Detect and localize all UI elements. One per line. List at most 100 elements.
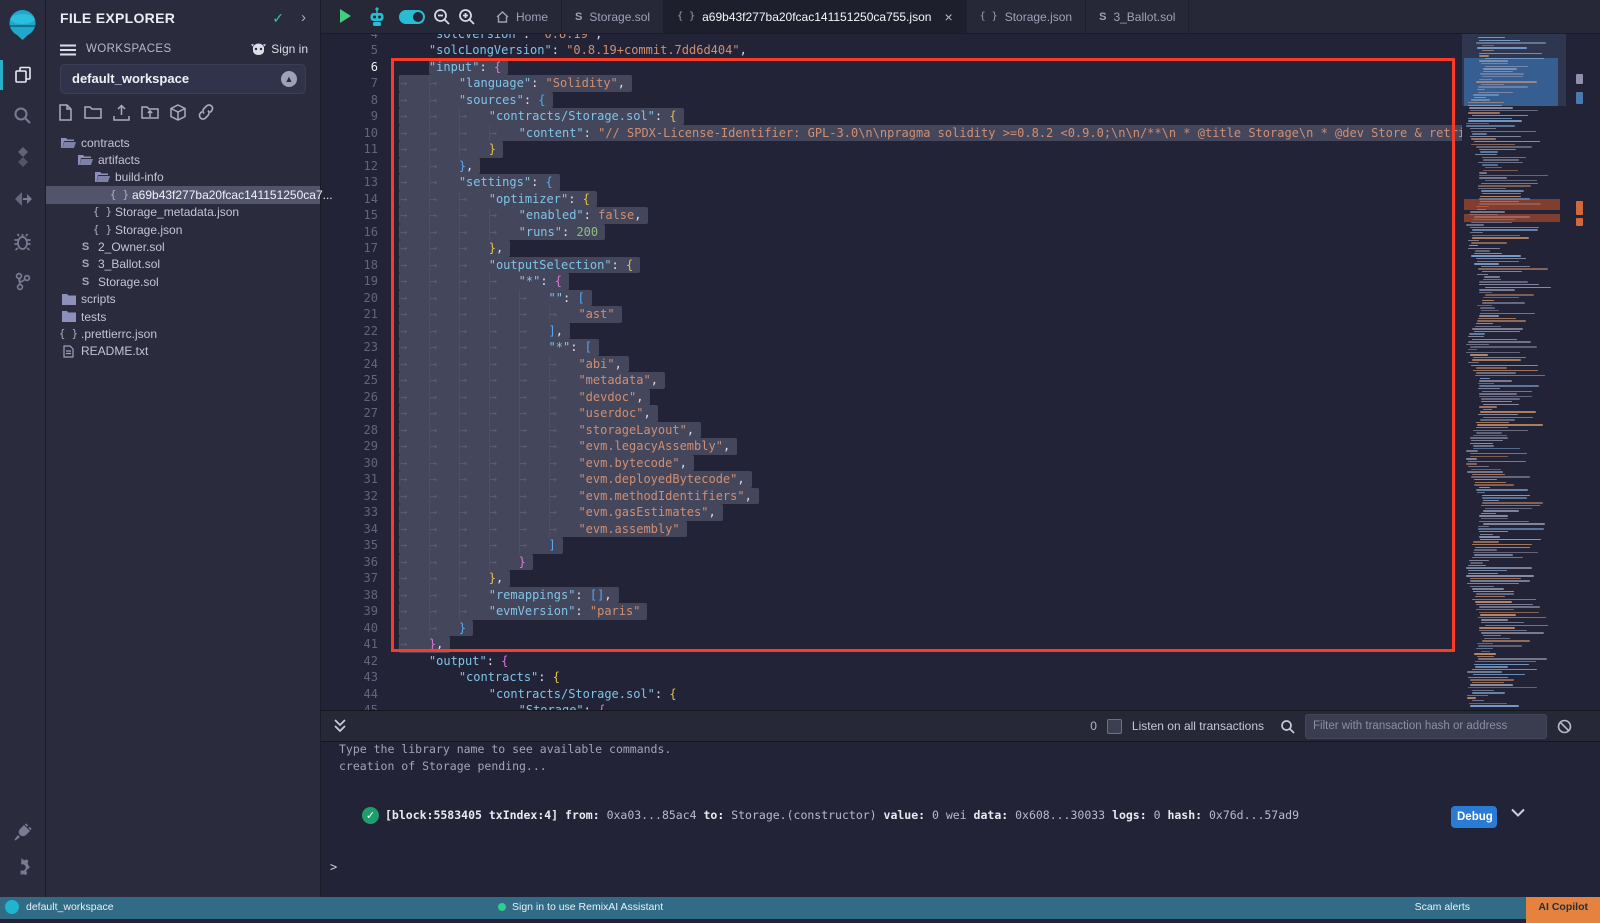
debug-button[interactable]: Debug bbox=[1451, 806, 1497, 828]
close-tab-icon[interactable]: × bbox=[944, 10, 952, 24]
tab-storage-json[interactable]: { }Storage.json bbox=[967, 0, 1086, 33]
tree-item-storage-json[interactable]: { }Storage.json bbox=[46, 221, 320, 238]
tree-item-label: .prettierrc.json bbox=[81, 327, 157, 341]
tab-home[interactable]: Home bbox=[483, 0, 562, 33]
tab-label: Storage.sol bbox=[589, 10, 650, 24]
code-editor[interactable]: 4"solcVersion": "0.8.19",5"solcLongVersi… bbox=[320, 34, 1600, 710]
code-line-30: 30→→→→→→"evm.bytecode", bbox=[320, 455, 1600, 472]
json-icon: { } bbox=[111, 189, 128, 201]
remix-logo-icon[interactable] bbox=[4, 6, 41, 43]
listen-all-checkbox[interactable] bbox=[1107, 719, 1122, 734]
copilot-toggle[interactable] bbox=[399, 10, 425, 24]
file-icon bbox=[60, 345, 77, 358]
zoom-out-icon[interactable] bbox=[433, 8, 451, 26]
transaction-log-row[interactable]: ✓ [block:5583405 txIndex:4] from: 0xa03.… bbox=[362, 805, 1299, 825]
minimap[interactable] bbox=[1462, 34, 1566, 710]
ai-copilot-badge[interactable]: AI Copilot bbox=[1526, 897, 1600, 923]
transaction-filter-input[interactable] bbox=[1305, 714, 1547, 739]
check-icon[interactable]: ✓ bbox=[272, 10, 284, 27]
code-line-13: 13→→"settings": { bbox=[320, 174, 1600, 191]
code-line-15: 15→→→→"enabled": false, bbox=[320, 207, 1600, 224]
tree-item-contracts[interactable]: contracts bbox=[46, 134, 320, 151]
status-message[interactable]: Sign in to use RemixAI Assistant bbox=[498, 901, 663, 913]
file-explorer-panel: FILE EXPLORER ✓ › WORKSPACES Sign in def… bbox=[46, 0, 321, 908]
tree-item--prettierrc-json[interactable]: { }.prettierrc.json bbox=[46, 325, 320, 342]
tree-item-3-ballot-sol[interactable]: S3_Ballot.sol bbox=[46, 256, 320, 273]
run-script-button[interactable] bbox=[340, 9, 351, 23]
overview-ruler[interactable] bbox=[1566, 34, 1600, 710]
sol-icon: S bbox=[1099, 11, 1106, 23]
status-right-text[interactable]: Scam alerts bbox=[1415, 901, 1470, 913]
terminal-message: Type the library name to see available c… bbox=[339, 742, 671, 756]
solidity-compiler-icon[interactable] bbox=[0, 140, 45, 174]
tree-item-scripts[interactable]: scripts bbox=[46, 291, 320, 308]
sol-icon: S bbox=[575, 11, 582, 23]
search-icon[interactable] bbox=[0, 98, 45, 132]
code-line-22: 22→→→→→], bbox=[320, 323, 1600, 340]
tree-item-storage-sol[interactable]: S Storage.sol bbox=[46, 273, 320, 290]
tree-item-a69b43f277ba20fcac141151250ca7-[interactable]: { }a69b43f277ba20fcac141151250ca7... bbox=[46, 186, 320, 203]
tree-item-storage-metadata-json[interactable]: { }Storage_metadata.json bbox=[46, 204, 320, 221]
code-line-21: 21→→→→→→"ast" bbox=[320, 306, 1600, 323]
tree-item-build-info[interactable]: build-info bbox=[46, 169, 320, 186]
ipfs-cube-icon[interactable] bbox=[170, 104, 186, 121]
tree-item-label: README.txt bbox=[81, 344, 148, 358]
git-icon[interactable] bbox=[0, 264, 45, 298]
tree-item-tests[interactable]: tests bbox=[46, 308, 320, 325]
tab-label: Home bbox=[516, 10, 548, 24]
terminal-search-icon[interactable] bbox=[1280, 719, 1295, 734]
tab-label: Storage.json bbox=[1005, 10, 1072, 24]
sol-icon: S bbox=[77, 258, 94, 270]
hamburger-menu-icon[interactable] bbox=[60, 44, 76, 56]
ai-assistant-icon[interactable] bbox=[367, 6, 387, 27]
code-line-17: 17→→→}, bbox=[320, 240, 1600, 257]
code-line-43: 43"contracts": { bbox=[320, 669, 1600, 686]
code-line-35: 35→→→→→] bbox=[320, 537, 1600, 554]
clear-console-icon[interactable] bbox=[1557, 719, 1572, 734]
expand-transaction-icon[interactable] bbox=[1511, 808, 1525, 818]
sign-in-button[interactable]: Sign in bbox=[251, 42, 308, 56]
code-line-14: 14→→→"optimizer": { bbox=[320, 191, 1600, 208]
deploy-run-icon[interactable] bbox=[0, 182, 45, 216]
chevron-right-icon[interactable]: › bbox=[301, 9, 306, 26]
github-icon bbox=[251, 43, 266, 56]
debugger-icon[interactable] bbox=[0, 224, 45, 258]
code-line-39: 39→→→"evmVersion": "paris" bbox=[320, 603, 1600, 620]
code-line-27: 27→→→→→→"userdoc", bbox=[320, 405, 1600, 422]
plugin-manager-icon[interactable] bbox=[0, 815, 45, 849]
collapse-terminal-icon[interactable] bbox=[333, 718, 347, 733]
sol-icon: S bbox=[77, 276, 94, 288]
tree-item-2-owner-sol[interactable]: S2_Owner.sol bbox=[46, 238, 320, 255]
status-workspace[interactable]: default_workspace bbox=[26, 901, 114, 913]
tree-item-readme-txt[interactable]: README.txt bbox=[46, 343, 320, 360]
listen-all-label: Listen on all transactions bbox=[1132, 719, 1264, 733]
folder-open-icon bbox=[94, 171, 111, 183]
link-icon[interactable] bbox=[197, 104, 215, 121]
terminal-prompt[interactable]: > bbox=[330, 860, 337, 874]
tree-item-label: Storage.json bbox=[115, 223, 182, 237]
tab-3-ballot-sol[interactable]: S3_Ballot.sol bbox=[1086, 0, 1189, 33]
workspace-caret-icon[interactable]: ▲ bbox=[281, 71, 297, 87]
json-icon: { } bbox=[677, 11, 695, 22]
tree-item-artifacts[interactable]: artifacts bbox=[46, 151, 320, 168]
code-line-38: 38→→→"remappings": [], bbox=[320, 587, 1600, 604]
file-explorer-icon[interactable] bbox=[0, 58, 45, 92]
zoom-in-icon[interactable] bbox=[458, 8, 476, 26]
settings-gear-icon[interactable] bbox=[0, 850, 45, 884]
tab-a69b43f277ba20fcac141151250ca755-json[interactable]: { }a69b43f277ba20fcac141151250ca755.json… bbox=[664, 0, 967, 33]
upload-file-icon[interactable] bbox=[113, 104, 130, 121]
tree-item-label: Storage.sol bbox=[98, 275, 159, 289]
new-folder-icon[interactable] bbox=[84, 104, 102, 121]
code-line-45: 45"Storage": { bbox=[320, 702, 1600, 710]
tree-item-label: a69b43f277ba20fcac141151250ca7... bbox=[132, 188, 333, 202]
folder-open-icon bbox=[60, 137, 77, 149]
new-file-icon[interactable] bbox=[58, 104, 73, 121]
tab-storage-sol[interactable]: S Storage.sol bbox=[562, 0, 664, 33]
workspace-dropdown[interactable]: default_workspace ▲ bbox=[60, 64, 306, 94]
minimap-viewport[interactable] bbox=[1462, 34, 1566, 106]
code-line-24: 24→→→→→→"abi", bbox=[320, 356, 1600, 373]
upload-folder-icon[interactable] bbox=[141, 104, 159, 121]
code-line-36: 36→→→→} bbox=[320, 554, 1600, 571]
terminal-toolbar: 0 Listen on all transactions bbox=[320, 710, 1600, 742]
file-toolbar bbox=[58, 104, 215, 121]
